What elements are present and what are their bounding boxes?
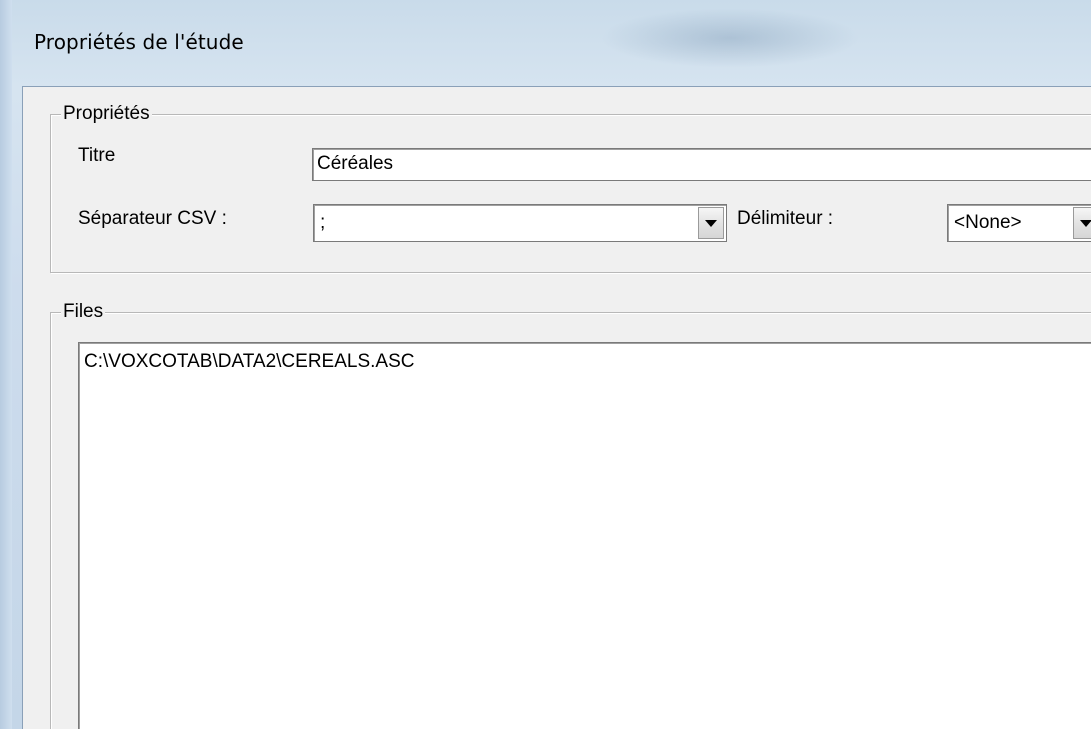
delimiter-label: Délimiteur : xyxy=(737,208,834,229)
properties-group-legend: Propriétés xyxy=(61,103,152,124)
csv-separator-dropdown-button[interactable] xyxy=(698,207,724,239)
properties-groupbox: Propriétés Titre Céréales Séparateur CSV… xyxy=(50,104,1091,273)
window-title: Propriétés de l'étude xyxy=(34,30,244,54)
delimiter-select[interactable]: <None> xyxy=(947,204,1091,242)
window-left-border[interactable] xyxy=(0,0,12,729)
csv-separator-select[interactable]: ; xyxy=(313,204,727,242)
csv-separator-value: ; xyxy=(320,212,326,233)
file-list-item[interactable]: C:\VOXCOTAB\DATA2\CEREALS.ASC xyxy=(84,350,414,374)
csv-separator-label: Séparateur CSV : xyxy=(78,208,227,229)
title-bar[interactable]: Propriétés de l'étude xyxy=(12,0,1091,86)
title-input[interactable]: Céréales xyxy=(312,148,1091,181)
study-properties-dialog: Propriétés de l'étude Propriétés Titre C… xyxy=(0,0,1091,729)
files-group-legend: Files xyxy=(61,301,106,322)
delimiter-value: <None> xyxy=(954,212,1022,233)
title-label: Titre xyxy=(78,145,116,166)
chevron-down-icon xyxy=(705,220,717,227)
dialog-client-area: Propriétés Titre Céréales Séparateur CSV… xyxy=(22,86,1091,729)
files-groupbox: Files C:\VOXCOTAB\DATA2\CEREALS.ASC xyxy=(50,302,1091,729)
files-listbox[interactable]: C:\VOXCOTAB\DATA2\CEREALS.ASC xyxy=(78,342,1091,729)
delimiter-dropdown-button[interactable] xyxy=(1073,207,1091,239)
chevron-down-icon xyxy=(1080,220,1091,227)
